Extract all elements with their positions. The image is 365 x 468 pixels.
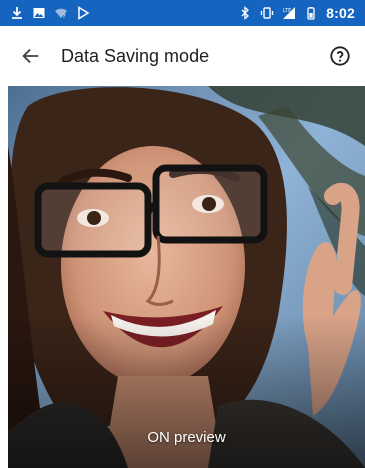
svg-text:?: ? xyxy=(63,13,66,20)
arrow-back-icon xyxy=(22,48,39,64)
svg-text:LTE: LTE xyxy=(283,8,291,14)
image-icon xyxy=(32,6,46,20)
lte-signal-icon: LTE xyxy=(282,6,296,20)
status-left-icons: ? xyxy=(10,6,90,20)
vibrate-icon xyxy=(260,6,274,20)
preview-image: ON preview xyxy=(8,86,365,468)
battery-icon xyxy=(304,6,318,20)
preview-label: ON preview xyxy=(147,429,226,446)
wifi-question-icon: ? xyxy=(54,6,68,20)
status-bar: ? LTE 8:02 xyxy=(0,0,365,26)
app-bar: Data Saving mode xyxy=(0,26,365,86)
play-store-icon xyxy=(76,6,90,20)
page-title: Data Saving mode xyxy=(61,45,210,66)
bluetooth-icon xyxy=(238,6,252,20)
download-icon xyxy=(10,6,24,20)
help-circle-icon xyxy=(330,46,350,66)
status-right-icons: LTE 8:02 xyxy=(238,5,355,21)
help-button[interactable] xyxy=(329,45,351,67)
status-time: 8:02 xyxy=(326,5,355,21)
back-button[interactable] xyxy=(19,44,43,68)
preview-photo xyxy=(8,86,365,468)
